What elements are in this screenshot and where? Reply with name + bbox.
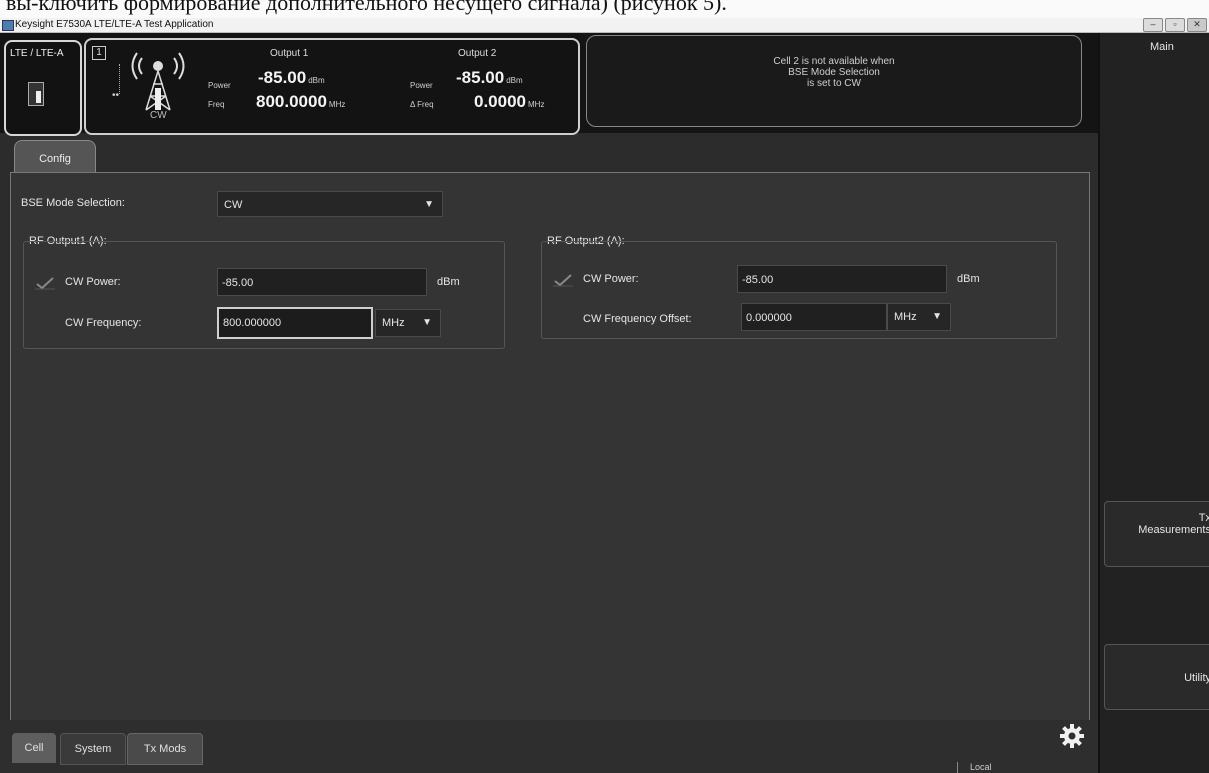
rf2-cw-power-unit: dBm (957, 273, 980, 285)
background-text: вы-ключить формирование дополнительного … (6, 0, 727, 15)
rf1-cw-power-checkbox-icon[interactable] (35, 276, 55, 290)
output1-freq-label: Freq (208, 100, 225, 109)
cell-number-badge: 1 (92, 46, 106, 60)
rf2-cw-power-label: CW Power: (583, 273, 639, 285)
message-line: BSE Mode Selection (788, 67, 880, 78)
output1-power-label: Power (208, 81, 231, 90)
cell-status-panel[interactable]: 1 •• CW Output 1 Power -85.00 dBm Freq 80… (84, 38, 580, 135)
sidebar: Main Tx Measurements Utility (1098, 33, 1209, 773)
technology-label: LTE / LTE-A (10, 48, 64, 59)
tab-tx-mods[interactable]: Tx Mods (127, 733, 203, 765)
bse-mode-label: BSE Mode Selection: (21, 197, 125, 209)
signal-arrows-icon: •• (112, 62, 128, 102)
maximize-button[interactable]: ▫ (1165, 18, 1185, 32)
app-icon (2, 20, 14, 31)
output2-power-label: Power (410, 81, 433, 90)
output1-power-value: -85.00 dBm (258, 68, 325, 87)
gear-icon[interactable] (1058, 722, 1086, 750)
technology-selector[interactable]: LTE / LTE-A (4, 40, 82, 136)
rf2-cw-freq-offset-unit: MHz (894, 311, 917, 323)
rf1-cw-freq-unit-dropdown[interactable]: MHz ▼ (375, 309, 441, 337)
output1-title: Output 1 (270, 48, 309, 59)
tx-measurements-line1: Tx (1198, 512, 1209, 524)
minimize-button[interactable]: – (1143, 18, 1163, 32)
rf1-cw-power-label: CW Power: (65, 276, 121, 288)
chevron-down-icon: ▼ (424, 199, 434, 210)
message-line: is set to CW (807, 78, 861, 89)
bse-mode-value: CW (224, 199, 243, 211)
rf2-cw-freq-offset-label: CW Frequency Offset: (583, 313, 692, 325)
output2-freq-label: Δ Freq (410, 100, 434, 109)
rf1-cw-freq-label: CW Frequency: (65, 317, 142, 329)
message-box: Cell 2 is not available when BSE Mode Se… (586, 35, 1082, 127)
chevron-down-icon: ▼ (422, 317, 432, 328)
rf1-cw-freq-unit: MHz (382, 317, 405, 329)
tower-mode-label: CW (150, 110, 167, 121)
output2-title: Output 2 (458, 48, 497, 59)
bse-mode-dropdown[interactable]: CW ▼ (217, 191, 443, 217)
output2-power-value: -85.00 dBm (456, 68, 523, 87)
sidebar-title: Main (1150, 41, 1174, 53)
background-paper-text: вы-ключить формирование дополнительного … (0, 0, 1209, 18)
technology-switch-icon (28, 82, 44, 106)
tab-config[interactable]: Config (14, 140, 96, 175)
rf1-cw-power-input[interactable]: -85.00 (217, 268, 427, 296)
cell-tower-icon: CW (128, 44, 188, 126)
chevron-down-icon: ▼ (932, 311, 942, 322)
rf2-cw-freq-offset-unit-dropdown[interactable]: MHz ▼ (887, 303, 951, 331)
tab-cell[interactable]: Cell (12, 733, 56, 763)
rf1-cw-freq-input[interactable]: 800.000000 (217, 307, 373, 339)
rf2-cw-power-checkbox-icon[interactable] (553, 273, 573, 287)
rf2-cw-freq-offset-input[interactable]: 0.000000 (741, 303, 887, 331)
output2-freq-value: 0.0000 MHz (474, 92, 545, 111)
window-title: Keysight E7530A LTE/LTE-A Test Applicati… (15, 19, 214, 30)
tx-measurements-line2: Measurements (1138, 524, 1209, 536)
tab-system[interactable]: System (60, 733, 126, 765)
close-button[interactable]: ✕ (1187, 18, 1207, 32)
tx-measurements-button[interactable]: Tx Measurements (1104, 501, 1209, 567)
window-titlebar: Keysight E7530A LTE/LTE-A Test Applicati… (0, 18, 1209, 33)
message-line: Cell 2 is not available when (773, 56, 895, 67)
config-panel: BSE Mode Selection: CW ▼ RF Output1 (A):… (10, 172, 1090, 722)
output1-freq-value: 800.0000 MHz (256, 92, 346, 111)
utility-button[interactable]: Utility (1104, 644, 1209, 710)
rf1-cw-power-unit: dBm (437, 276, 460, 288)
status-local: Local (957, 762, 1030, 773)
rf2-cw-power-input[interactable]: -85.00 (737, 265, 947, 293)
window-controls: – ▫ ✕ (1143, 18, 1207, 32)
